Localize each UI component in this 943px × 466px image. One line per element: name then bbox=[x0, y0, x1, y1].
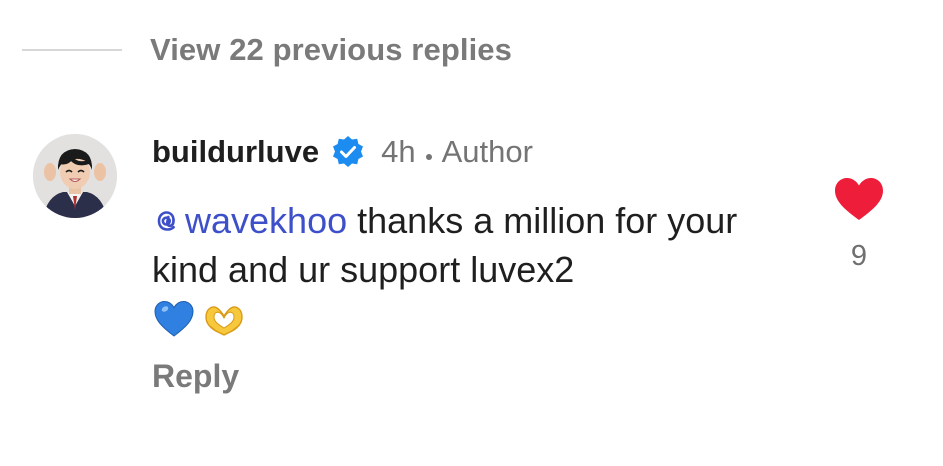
like-button[interactable] bbox=[833, 176, 885, 222]
username-link[interactable]: buildurluve bbox=[152, 134, 319, 170]
reply-button[interactable]: Reply bbox=[152, 358, 239, 395]
comment-timestamp: 4h bbox=[381, 134, 416, 169]
mention-username: wavekhoo bbox=[185, 200, 348, 241]
avatar[interactable] bbox=[33, 134, 117, 218]
verified-badge-icon bbox=[331, 135, 365, 169]
emoji-row bbox=[152, 296, 792, 342]
threads-at-icon bbox=[152, 199, 182, 231]
mention-link[interactable]: wavekhoo bbox=[152, 200, 347, 241]
separator-dot bbox=[425, 154, 432, 160]
blue-heart-emoji-icon bbox=[154, 300, 194, 337]
thread-divider-line bbox=[22, 49, 122, 51]
view-previous-replies-button[interactable]: View 22 previous replies bbox=[150, 32, 512, 68]
author-badge: Author bbox=[441, 134, 533, 169]
avatar-image bbox=[33, 134, 117, 218]
view-previous-replies-row[interactable]: View 22 previous replies bbox=[0, 28, 512, 72]
heart-icon bbox=[835, 178, 883, 220]
comment-text: wavekhoo thanks a million for your kind … bbox=[152, 196, 792, 342]
comment-header: buildurluve 4h Author bbox=[152, 128, 533, 176]
heart-hands-emoji-icon bbox=[205, 306, 243, 336]
like-count: 9 bbox=[850, 240, 868, 272]
